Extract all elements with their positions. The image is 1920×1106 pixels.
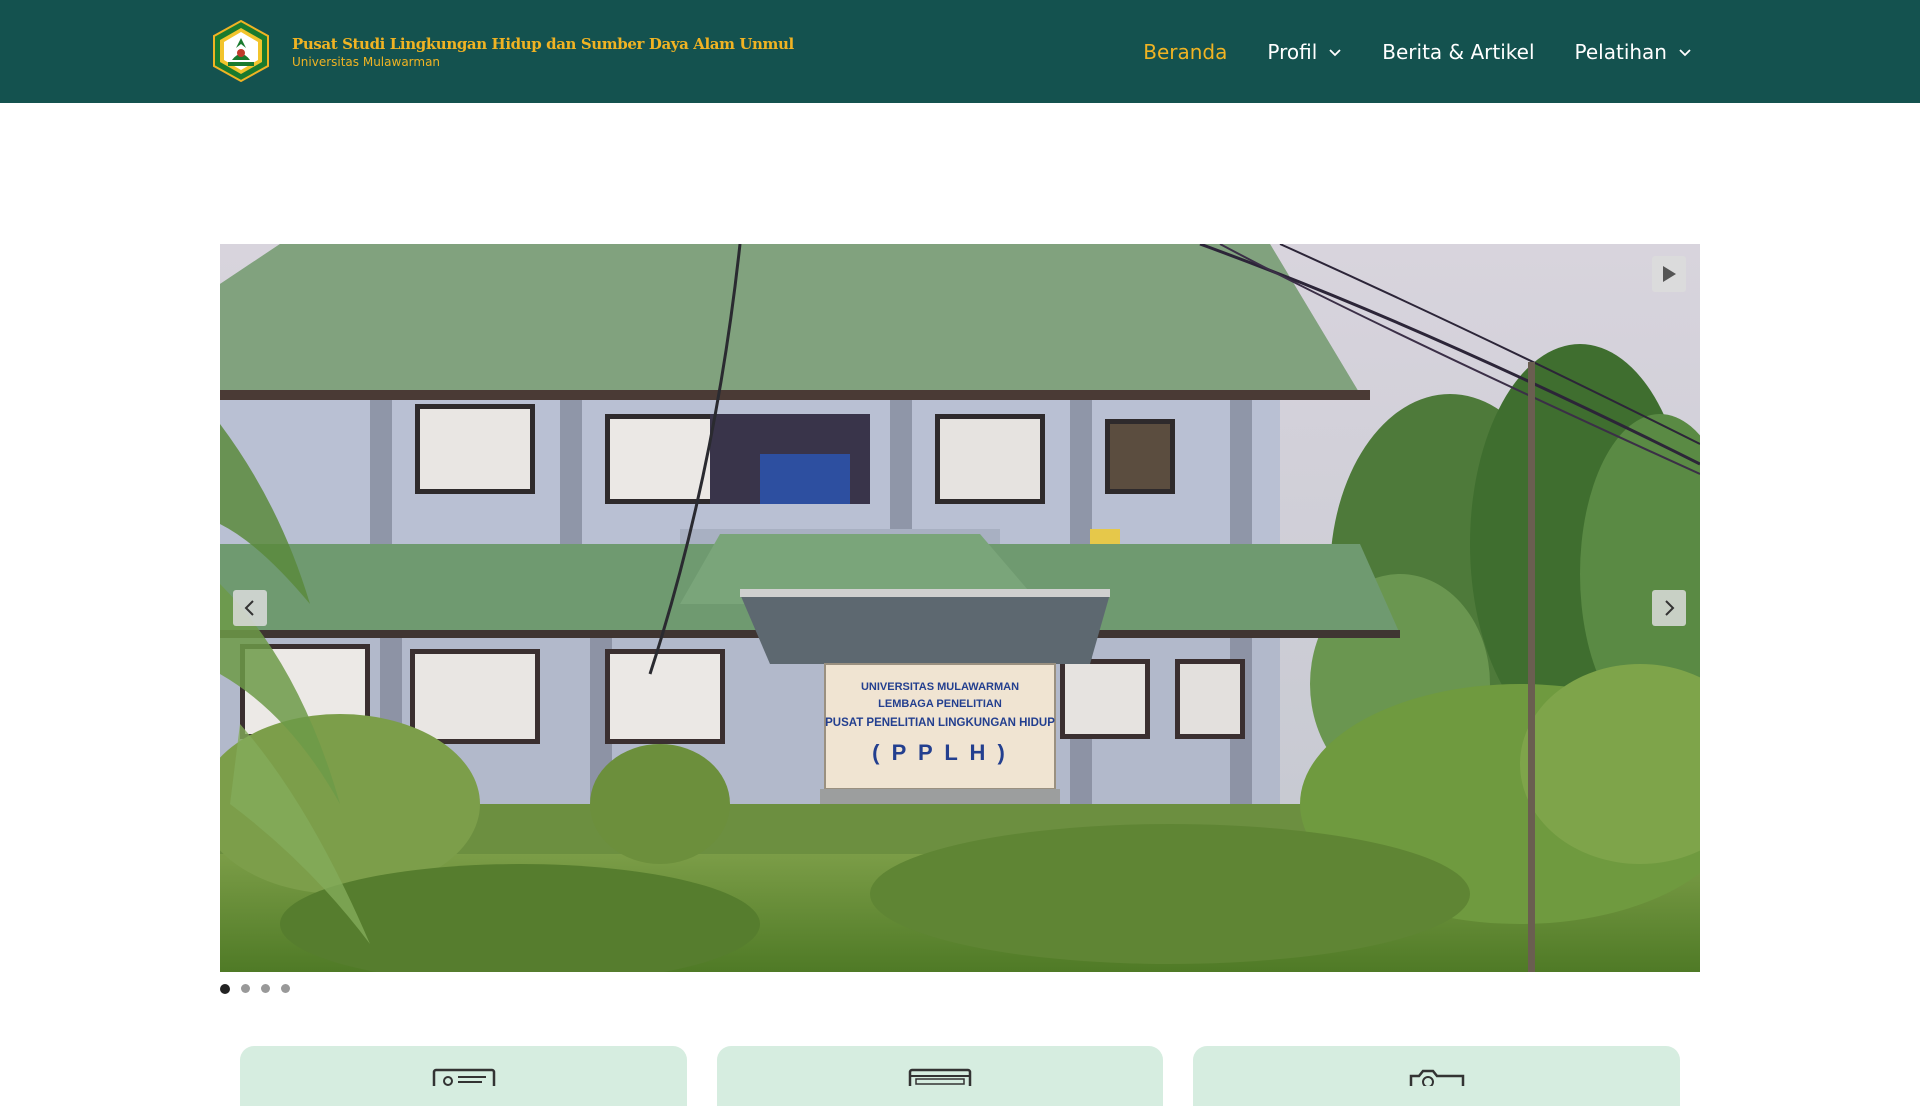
site-logo-link[interactable]: Pusat Studi Lingkungan Hidup dan Sumber … — [210, 20, 794, 82]
building-photo: UNIVERSITAS MULAWARMAN LEMBAGA PENELITIA… — [220, 244, 1700, 972]
university-emblem-icon — [213, 20, 269, 82]
nav-item-label: Berita & Artikel — [1382, 39, 1535, 64]
slider-dot-2[interactable] — [241, 984, 250, 993]
camera-icon — [1409, 1069, 1464, 1086]
nav-item-beranda[interactable]: Beranda — [1143, 40, 1227, 64]
brand-text: Pusat Studi Lingkungan Hidup dan Sumber … — [292, 35, 794, 70]
feature-card-2[interactable] — [717, 1046, 1163, 1106]
site-header: Pusat Studi Lingkungan Hidup dan Sumber … — [0, 0, 1920, 103]
brand-title: Pusat Studi Lingkungan Hidup dan Sumber … — [292, 34, 794, 53]
chevron-left-icon — [244, 600, 254, 616]
next-slide-button[interactable] — [1652, 590, 1686, 626]
prev-slide-button[interactable] — [233, 590, 267, 626]
nav-item-label: Profil — [1267, 39, 1318, 64]
play-icon — [1663, 266, 1676, 282]
slider-dot-1[interactable] — [220, 984, 230, 994]
brand-subtitle: Universitas Mulawarman — [292, 54, 441, 69]
browser-window-icon — [908, 1068, 972, 1086]
nav-item-pelatihan[interactable]: Pelatihan — [1575, 40, 1692, 64]
chevron-right-icon — [1665, 600, 1675, 616]
slider-dot-3[interactable] — [261, 984, 270, 993]
feature-card-3[interactable] — [1193, 1046, 1680, 1106]
sign-line-2: LEMBAGA PENELITIAN — [878, 698, 1002, 710]
feature-card-1[interactable] — [240, 1046, 687, 1106]
nav-item-berita-artikel[interactable]: Berita & Artikel — [1382, 40, 1534, 64]
nav-item-profil[interactable]: Profil — [1267, 40, 1342, 64]
main-nav: Beranda Profil Berita & Artikel Pelatiha… — [1143, 0, 1692, 103]
play-button[interactable] — [1652, 256, 1686, 292]
slider-pagination — [220, 984, 301, 994]
sign-line-3: PUSAT PENELITIAN LINGKUNGAN HIDUP — [825, 717, 1055, 729]
nav-item-label: Beranda — [1143, 39, 1228, 64]
chevron-down-icon — [1329, 48, 1341, 56]
nav-item-label: Pelatihan — [1574, 39, 1667, 64]
sign-line-1: UNIVERSITAS MULAWARMAN — [861, 681, 1019, 693]
slider-dot-4[interactable] — [281, 984, 290, 993]
chevron-down-icon — [1679, 48, 1691, 56]
hero-slider[interactable]: UNIVERSITAS MULAWARMAN LEMBAGA PENELITIA… — [220, 244, 1700, 972]
certificate-icon — [432, 1068, 495, 1086]
sign-line-4: ( P P L H ) — [872, 740, 1008, 765]
